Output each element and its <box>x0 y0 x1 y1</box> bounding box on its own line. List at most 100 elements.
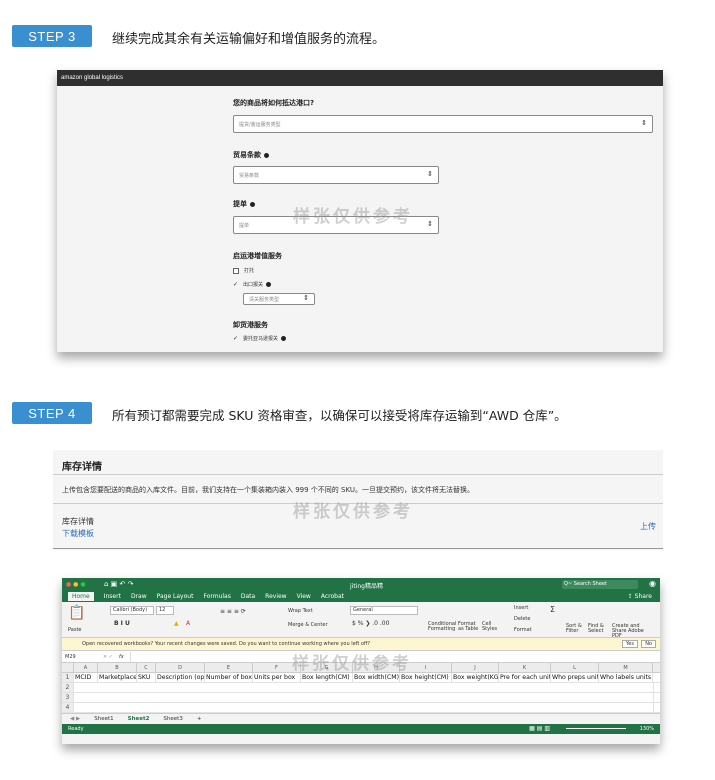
sheet-nav-icons[interactable]: ◀ ▶ <box>70 716 80 722</box>
sheet-tab[interactable]: Sheet3 <box>163 716 182 722</box>
col-header[interactable]: K <box>499 663 551 672</box>
cell[interactable]: Box height(CM) <box>400 673 452 682</box>
empty-cells[interactable] <box>74 683 654 692</box>
number-format-select[interactable]: General <box>350 606 418 615</box>
spreadsheet-grid[interactable]: A B C D E F G H I J K L M 1 MCID Marketp… <box>62 654 660 713</box>
cell[interactable]: Number of box <box>205 673 253 682</box>
name-box[interactable]: M29 <box>65 654 93 660</box>
app-topbar: amazon global logistics <box>57 70 663 86</box>
tab-review[interactable]: Review <box>265 593 286 600</box>
sheet-tab[interactable]: Sheet1 <box>94 716 113 722</box>
port-service-select[interactable]: 提货/装运服务类型 ⇕ <box>233 115 653 133</box>
number-format-icons[interactable]: $ % ❯ .0 .00 <box>352 620 389 627</box>
tab-view[interactable]: View <box>297 593 311 600</box>
row-number[interactable]: 2 <box>62 683 74 692</box>
no-button[interactable]: No <box>641 640 656 648</box>
find-select-button[interactable]: Find & Select <box>588 624 606 634</box>
create-pdf-button[interactable]: Create and Share Adobe PDF <box>612 624 654 639</box>
window-controls[interactable]: ● ● ● <box>66 581 86 588</box>
autosum-icon[interactable]: Σ <box>550 605 555 614</box>
sort-filter-button[interactable]: Sort & Filter <box>566 624 584 634</box>
bol-placeholder: 提单 <box>239 222 250 229</box>
file-title: jiting精品精 <box>350 583 383 590</box>
yes-button[interactable]: Yes <box>621 640 638 648</box>
align-icons[interactable]: ≡ ≡ ≡ ⟳ <box>220 608 246 615</box>
sheet-tab-active[interactable]: Sheet2 <box>128 716 150 722</box>
format-cells-button[interactable]: Format <box>514 627 532 633</box>
customs-type-select[interactable]: 清关服务类型 ⇕ <box>243 293 315 305</box>
check-icon[interactable]: ✓ <box>233 335 238 342</box>
col-header[interactable]: B <box>98 663 137 672</box>
col-header[interactable]: A <box>74 663 98 672</box>
table-row: 1 MCID Marketplace SKU Description (opti… <box>62 673 660 683</box>
cell[interactable]: Box weight(KG) <box>452 673 499 682</box>
cell[interactable]: Box length(CM) <box>301 673 353 682</box>
font-size-select[interactable]: 12 <box>156 606 174 615</box>
format-as-table-button[interactable]: Format as Table <box>458 622 480 632</box>
font-style-buttons[interactable]: B I U <box>114 620 130 627</box>
ribbon-tabs: Home Insert Draw Page Layout Formulas Da… <box>62 591 660 602</box>
font-name-select[interactable]: Calibri (Body) <box>110 606 154 615</box>
check-icon[interactable]: ✓ <box>233 281 238 288</box>
tab-insert[interactable]: Insert <box>104 593 121 600</box>
table-row: 3 <box>62 693 660 703</box>
insert-cells-button[interactable]: Insert <box>514 605 528 611</box>
inventory-description: 上传包含您要配送的商品的入库文件。目前，我们支持在一个集装箱内装入 999 个不… <box>62 486 475 494</box>
corner-cell[interactable] <box>62 663 74 672</box>
share-button[interactable]: ⇪ Share <box>628 593 652 600</box>
step-3-badge: STEP 3 <box>12 25 92 47</box>
info-icon <box>264 152 269 158</box>
col-header[interactable]: M <box>599 663 653 672</box>
cell[interactable]: Who labels units <box>599 673 653 682</box>
col-header[interactable]: J <box>452 663 499 672</box>
incoterm-select[interactable]: 贸易条款 ⇕ <box>233 166 439 184</box>
tab-home[interactable]: Home <box>68 592 94 601</box>
row-number[interactable]: 1 <box>62 673 74 682</box>
search-sheet-input[interactable]: Q~ Search Sheet <box>562 580 638 589</box>
row-number[interactable]: 4 <box>62 703 74 712</box>
col-header[interactable]: E <box>205 663 253 672</box>
cell[interactable]: Box width(CM) <box>353 673 400 682</box>
tab-formulas[interactable]: Formulas <box>203 593 230 600</box>
user-icon[interactable]: ◉ <box>649 579 656 588</box>
empty-cells[interactable] <box>74 703 654 712</box>
col-header[interactable]: L <box>551 663 599 672</box>
amazon-customs-option[interactable]: ✓ 委托亚马逊报关 <box>233 335 287 342</box>
delete-cells-button[interactable]: Delete <box>514 616 530 622</box>
palletize-option[interactable]: 打托 <box>233 267 254 274</box>
tab-page-layout[interactable]: Page Layout <box>157 593 194 600</box>
upload-link[interactable]: 上传 <box>640 521 656 532</box>
tab-acrobat[interactable]: Acrobat <box>321 593 344 600</box>
tab-data[interactable]: Data <box>241 593 255 600</box>
download-template-link[interactable]: 下载模板 <box>62 528 94 539</box>
cell[interactable]: Who preps units <box>551 673 599 682</box>
export-customs-option[interactable]: ✓ 出口报关 <box>233 281 272 288</box>
merge-center-button[interactable]: Merge & Center <box>288 622 328 628</box>
paste-label[interactable]: Paste <box>68 627 82 633</box>
quick-access-icons[interactable]: ⌂ ▣ ↶ ↷ <box>104 580 133 588</box>
cell[interactable]: SKU <box>137 673 156 682</box>
cell-styles-button[interactable]: Cell Styles <box>482 622 498 632</box>
tab-draw[interactable]: Draw <box>131 593 147 600</box>
view-icons[interactable]: ▦ ▤ ▥ <box>529 725 550 732</box>
zoom-slider[interactable] <box>566 728 626 729</box>
wrap-text-button[interactable]: Wrap Text <box>288 608 313 614</box>
add-sheet-button[interactable]: + <box>197 716 202 722</box>
col-header[interactable]: C <box>137 663 156 672</box>
cell[interactable]: Units per box <box>253 673 301 682</box>
info-icon <box>250 201 255 207</box>
formula-icons[interactable]: ✕ ✓ <box>103 654 113 660</box>
paste-icon[interactable]: 📋 <box>68 605 85 621</box>
cell[interactable]: MCID <box>74 673 98 682</box>
conditional-formatting-button[interactable]: Conditional Formatting <box>428 622 456 632</box>
cell[interactable]: Marketplace <box>98 673 137 682</box>
checkbox[interactable] <box>233 267 239 274</box>
font-color-icon[interactable]: A <box>186 620 190 627</box>
cell[interactable]: Pre for each unit <box>499 673 551 682</box>
col-header[interactable]: D <box>156 663 205 672</box>
chevron-updown-icon: ⇕ <box>427 220 433 228</box>
fill-color-icon[interactable]: ▲ <box>174 620 179 627</box>
row-number[interactable]: 3 <box>62 693 74 702</box>
empty-cells[interactable] <box>74 693 654 702</box>
cell[interactable]: Description (optio <box>156 673 205 682</box>
